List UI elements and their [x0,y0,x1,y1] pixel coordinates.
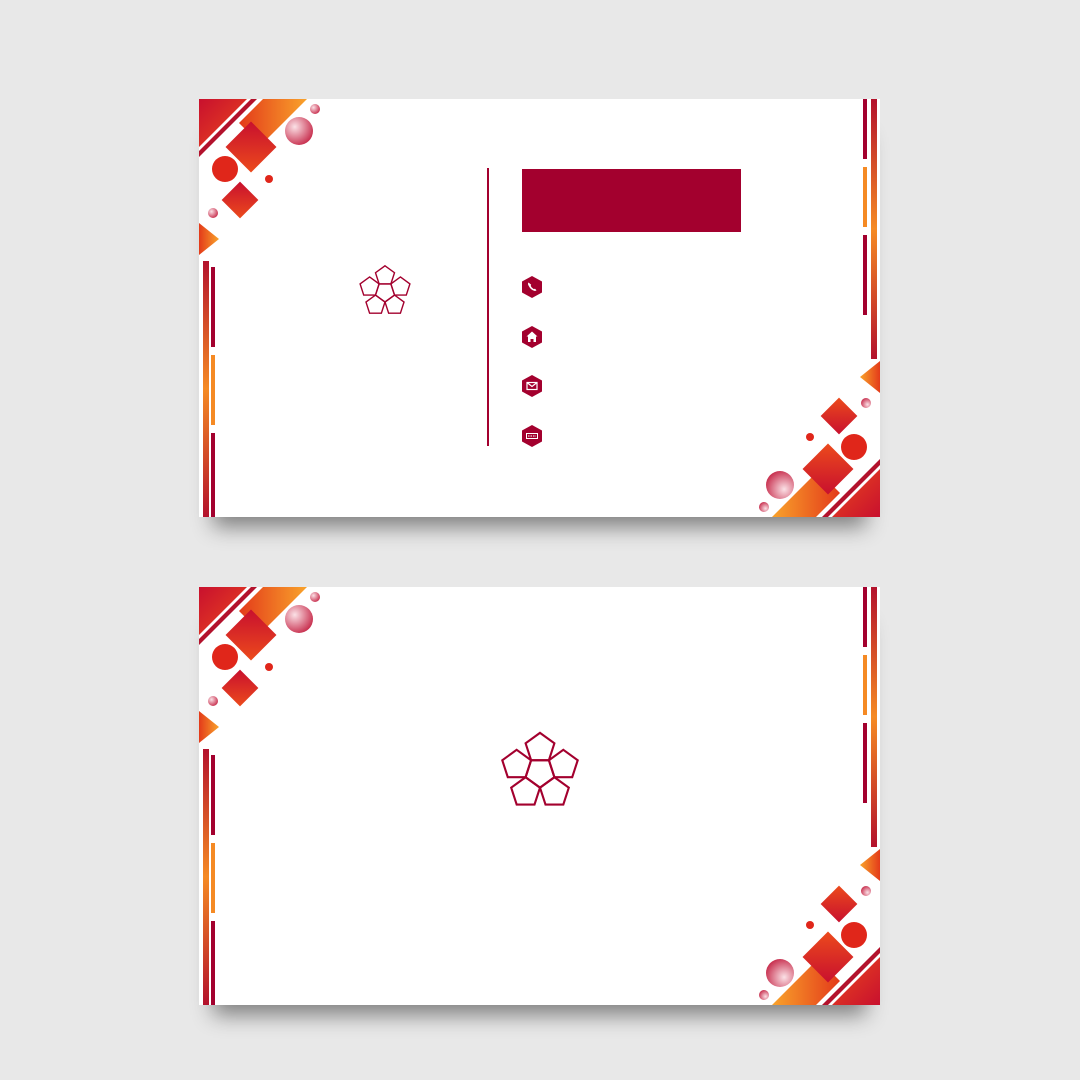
corner-decoration [199,99,880,517]
business-card-back [199,587,880,1005]
logo-pentagon-cluster-icon [347,254,423,328]
contact-address [521,325,821,349]
contact-phone [521,275,821,299]
web-icon [521,424,543,448]
mail-icon [521,374,543,398]
contact-email [521,374,821,398]
phone-icon [521,275,543,299]
business-card-front [199,99,880,517]
home-icon [521,325,543,349]
contact-website [521,424,821,448]
vertical-divider [487,168,489,446]
logo-pentagon-cluster-icon [482,715,598,827]
name-bar [522,169,741,232]
